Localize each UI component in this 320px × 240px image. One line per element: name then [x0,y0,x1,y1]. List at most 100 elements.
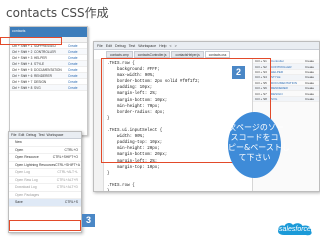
row-shortcut: Ctrl + Shift + 4 [12,61,33,66]
row-type: SVG [34,85,41,90]
menu-item-label: New [15,140,22,145]
file-menu-item[interactable]: Open Lightning Resources CTRL+SHIFT+A [9,162,81,169]
side-row-create[interactable]: Create [303,59,319,63]
row-shortcut: Ctrl + Shift + 3 [12,55,33,60]
style-row-highlight [0,37,62,45]
menu-item-shortcut: CTRL+SHIFT+A [55,162,81,167]
side-row-create[interactable]: Create [303,65,319,69]
side-row-type: HELPER [271,69,284,74]
menu-item-label: Download Log [15,185,37,190]
callout-line: スコードをコ [230,133,279,142]
menu-item[interactable]: Help [159,44,166,48]
menu-item[interactable]: Debug [115,44,126,48]
side-row-create[interactable]: Create [303,97,319,101]
file-menu-item[interactable]: Download Log CTRL+ALT+D [9,184,81,192]
editor-tab[interactable]: contacts.cmp [106,51,133,58]
editor-menubar: File Edit Debug Test Workspace Help < > [94,42,319,50]
row-create-link[interactable]: Create [66,74,86,78]
menu-item-label: Open Packages [15,192,40,197]
menu-item-label: Open [15,147,24,152]
callout-line: ピー&ペーストし [228,143,290,152]
file-menu-item[interactable]: Open Raw Log CTRL+ALT+R [9,177,81,184]
row-shortcut: Ctrl + Shift + 2 [12,49,33,54]
file-menu-item[interactable]: Save CTRL+S [9,199,81,207]
menu-item-label: Open Resource [15,155,39,160]
menu-item[interactable]: Workspace [47,133,64,137]
file-menubar: File Edit Debug Test Workspace [9,132,81,139]
side-row-type: RENDERER [271,86,288,91]
row-shortcut: Ctrl + Shift + 5 [12,67,33,72]
side-row-create[interactable]: Create [303,92,319,96]
file-menu-dropdown: New Open CTRL+O Open Resource CTRL+SHIFT+O Op… [9,139,81,207]
row-create-link[interactable]: Create [66,62,86,66]
callout-line: 次ページのソー [228,123,284,132]
menu-item-shortcut: CTRL+SHIFT+O [52,155,78,160]
callout-line: て下さい [238,153,271,162]
side-row-create[interactable]: Create [303,86,319,90]
save-item-highlight [9,220,81,231]
bundle-rows: Ctrl + Shift + 1 SUPPRESSED Create Ctrl + S… [10,43,87,91]
row-shortcut: Ctrl + Shift + 8 [12,85,33,90]
row-create-link[interactable]: Create [66,86,86,90]
editor-tab[interactable]: contactsController.js [133,51,171,58]
side-row-type: SVG [271,96,278,101]
menu-item[interactable]: Workspace [138,44,156,48]
row-type: RENDERER [34,73,52,78]
row-shortcut: Ctrl + Shift + 7 [12,79,33,84]
row-create-link[interactable]: Create [66,80,86,84]
row-create-link[interactable]: Create [66,44,86,48]
side-row-create[interactable]: Create [303,70,319,74]
step-badge-3: 3 [82,214,95,227]
side-row-type: Controller [271,59,285,64]
side-row-type: DESIGN [271,91,283,96]
menu-item[interactable]: Edit [106,44,112,48]
slide-title: contacts CSS作成 [6,6,109,20]
menu-item-label: Save [15,200,23,205]
row-type: HELPER [34,55,47,60]
row-type: DOCUMENTATION [34,67,62,72]
file-menu-item[interactable]: New [9,139,81,147]
menu-item-shortcut: CTRL+O [64,147,78,152]
row-type: STYLE [34,61,45,66]
menu-item-shortcut: CTRL+ALT+D [56,185,78,190]
side-row-type: CONTROLLER [271,64,292,69]
menu-item[interactable]: > [175,44,177,48]
instruction-callout: 次ページのソー スコードをコ ピー&ペーストし て下さい [228,112,290,178]
file-menu-item[interactable]: Open CTRL+O [9,147,81,154]
bundle-header: contacts [10,27,87,37]
menu-item[interactable]: Debug [26,133,36,137]
file-menu-item[interactable]: Open Log CTRL+ALT+L [9,169,81,177]
row-create-link[interactable]: Create [66,68,86,72]
file-menu-item[interactable]: Open Packages [9,192,81,199]
step-badge-2: 2 [232,66,245,79]
bundle-row[interactable]: Ctrl + Shift + 8 SVG Create [10,85,87,91]
menu-item[interactable]: < [170,44,172,48]
side-row-create[interactable]: Create [303,75,319,79]
row-create-link[interactable]: Create [66,56,86,60]
menu-item-shortcut: CTRL+S [64,200,78,205]
menu-item-label: Open Lightning Resources [15,162,56,167]
code-line: } [107,189,110,192]
editor-tabbar: contacts.cmp contactsController.js contact… [106,51,231,58]
editor-tab[interactable]: contactsHelper.js [171,51,204,58]
menu-item-shortcut: CTRL+ALT+L [57,170,78,175]
menu-item[interactable]: File [97,44,103,48]
row-type: CONTROLLER [34,49,56,54]
menu-item[interactable]: Edit [18,133,24,137]
menu-item[interactable]: Test [129,44,136,48]
row-shortcut: Ctrl + Shift + 6 [12,73,33,78]
side-row-create[interactable]: Create [303,81,319,85]
menu-item-shortcut: CTRL+ALT+R [56,177,78,182]
menu-item-label: Open Log [15,170,30,175]
salesforce-logo-text: salesforce [279,226,311,233]
row-create-link[interactable]: Create [66,50,86,54]
menu-item[interactable]: File [11,133,16,137]
editor-tab[interactable]: contacts.css [204,51,231,58]
row-type: DESIGN [34,79,47,84]
file-menu-item[interactable]: Open Resource CTRL+SHIFT+O [9,154,81,162]
side-row-type: DOCUMENTATION [271,80,298,85]
menu-item[interactable]: Test [38,133,44,137]
file-menu-window: File Edit Debug Test Workspace New Open CTRL+O… [8,131,82,233]
menu-item-label: Open Raw Log [15,177,38,182]
side-row-type: STYLE [271,75,281,80]
